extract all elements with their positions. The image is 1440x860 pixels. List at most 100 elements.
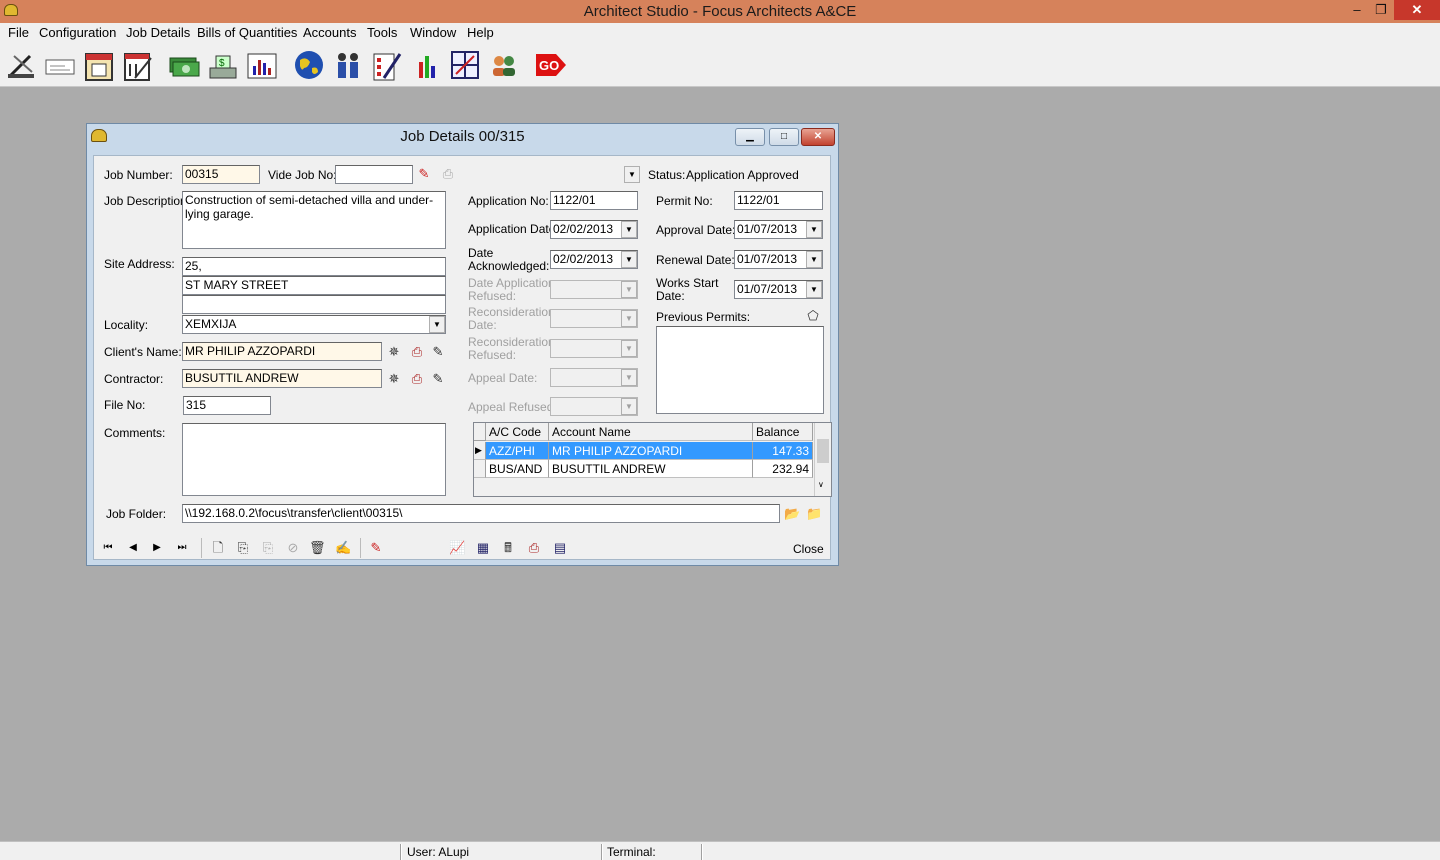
approval-date-label: Approval Date: xyxy=(656,223,736,237)
previous-permits-label: Previous Permits: xyxy=(656,310,751,324)
folder-open-icon[interactable]: 📂 xyxy=(784,506,800,522)
graph-icon[interactable] xyxy=(409,48,443,82)
contractor-field[interactable]: BUSUTTIL ANDREW xyxy=(182,369,382,388)
application-no-label: Application No: xyxy=(468,194,549,208)
globe-icon[interactable] xyxy=(292,48,326,82)
site-address-label: Site Address: xyxy=(104,257,175,271)
menu-bills-of-quantities[interactable]: Bills of Quantities xyxy=(197,25,297,40)
money-icon[interactable] xyxy=(167,48,201,82)
application-date-dropdown[interactable]: ▼ xyxy=(621,221,637,238)
contractor-print-icon[interactable]: ⎙ xyxy=(409,371,425,387)
appeal-refused-dropdown: ▼ xyxy=(621,398,637,415)
previous-record-icon[interactable]: ◀ xyxy=(126,541,140,555)
calendar-grid-icon[interactable]: ▦ xyxy=(475,540,491,556)
bill-icon[interactable] xyxy=(121,48,155,82)
job-number-field[interactable]: 00315 xyxy=(182,165,260,184)
grid-corner xyxy=(474,423,486,441)
scrollbar-thumb[interactable] xyxy=(817,439,829,463)
pick-job-icon[interactable]: ✎ xyxy=(416,166,432,182)
vide-job-no-field[interactable] xyxy=(335,165,413,184)
scroll-down-icon[interactable]: ∨ xyxy=(818,480,824,489)
reconsideration-refused-dropdown: ▼ xyxy=(621,340,637,357)
checklist-icon[interactable] xyxy=(370,48,404,82)
next-record-icon[interactable]: ▶ xyxy=(150,541,164,555)
close-button[interactable]: ✕ xyxy=(1394,0,1440,20)
go-icon[interactable]: GO xyxy=(534,48,568,82)
status-dropdown-button[interactable]: ▼ xyxy=(624,166,640,183)
toolbar-divider xyxy=(360,538,361,558)
site-address-line-1[interactable]: 25, xyxy=(182,257,446,276)
window-minimize-button[interactable]: ▁ xyxy=(735,128,765,146)
table-row-code[interactable]: BUS/AND xyxy=(486,460,549,478)
locality-select[interactable]: XEMXIJA xyxy=(182,315,446,334)
bar-chart-icon[interactable] xyxy=(245,48,279,82)
assign-icon[interactable]: ✎ xyxy=(368,540,384,556)
menu-file[interactable]: File xyxy=(8,25,29,40)
draw-tool-icon[interactable] xyxy=(4,48,38,82)
folder-new-icon[interactable]: 📁 xyxy=(806,506,822,522)
chart-icon[interactable]: 📈 xyxy=(449,540,465,556)
report-icon[interactable]: ▤ xyxy=(552,540,568,556)
new-record-icon[interactable]: 🗋 xyxy=(210,540,226,556)
menu-job-details[interactable]: Job Details xyxy=(126,25,190,40)
site-address-line-2[interactable]: ST MARY STREET xyxy=(182,276,446,295)
locality-dropdown-button[interactable]: ▼ xyxy=(429,316,445,333)
menu-tools[interactable]: Tools xyxy=(367,25,397,40)
date-acknowledged-dropdown[interactable]: ▼ xyxy=(621,251,637,268)
grid-header-account-name[interactable]: Account Name xyxy=(549,423,753,441)
date-application-refused-label: Date Application Refused: xyxy=(468,276,555,303)
client-print-icon[interactable]: ⎙ xyxy=(409,344,425,360)
window-close-button[interactable]: ✕ xyxy=(801,128,835,146)
approval-date-dropdown[interactable]: ▼ xyxy=(806,221,822,238)
eraser-icon[interactable]: ⬠ xyxy=(805,308,821,324)
grid-scrollbar[interactable]: ∨ xyxy=(814,423,831,496)
site-address-line-3[interactable] xyxy=(182,295,446,314)
application-no-field[interactable]: 1122/01 xyxy=(550,191,638,210)
file-no-field[interactable]: 315 xyxy=(183,396,271,415)
job-folder-field[interactable]: \\192.168.0.2\focus\transfer\client\0031… xyxy=(182,504,780,523)
menu-help[interactable]: Help xyxy=(467,25,494,40)
menu-window[interactable]: Window xyxy=(410,25,456,40)
copy-record-icon[interactable]: ⎘ xyxy=(235,540,251,556)
menu-configuration[interactable]: Configuration xyxy=(39,25,116,40)
people-icon[interactable] xyxy=(331,48,365,82)
table-row-name[interactable]: MR PHILIP AZZOPARDI xyxy=(549,442,753,460)
job-description-field[interactable]: Construction of semi-detached villa and … xyxy=(182,191,446,249)
contractor-edit-icon[interactable]: ✎ xyxy=(430,371,446,387)
cash-register-icon[interactable]: $ xyxy=(206,48,240,82)
window-maximize-button[interactable]: □ xyxy=(769,128,799,146)
table-row-balance[interactable]: 232.94 xyxy=(753,460,813,478)
appeal-date-label: Appeal Date: xyxy=(468,371,538,385)
blueprint-icon[interactable] xyxy=(448,48,482,82)
client-search-icon[interactable]: ✵ xyxy=(386,344,402,360)
first-record-icon[interactable]: ⏮ xyxy=(101,541,115,555)
works-start-date-dropdown[interactable]: ▼ xyxy=(806,281,822,298)
table-row-balance[interactable]: 147.33 xyxy=(753,442,813,460)
minimize-button[interactable]: – xyxy=(1344,0,1370,20)
close-link[interactable]: Close xyxy=(793,542,824,556)
contractor-search-icon[interactable]: ✵ xyxy=(386,371,402,387)
contractor-label: Contractor: xyxy=(104,372,164,386)
svg-text:$: $ xyxy=(219,58,225,69)
comments-field[interactable] xyxy=(182,423,446,496)
notes-icon[interactable]: ✍ xyxy=(335,540,351,556)
table-row-name[interactable]: BUSUTTIL ANDREW xyxy=(549,460,753,478)
permit-no-field[interactable]: 1122/01 xyxy=(734,191,823,210)
grid-header-ac-code[interactable]: A/C Code xyxy=(486,423,549,441)
previous-permits-field[interactable] xyxy=(656,326,824,414)
calculator-icon[interactable]: 🖩 xyxy=(500,540,516,556)
client-edit-icon[interactable]: ✎ xyxy=(430,344,446,360)
restore-button[interactable]: ❐ xyxy=(1368,0,1394,20)
renewal-date-dropdown[interactable]: ▼ xyxy=(806,251,822,268)
job-description-label: Job Description: xyxy=(104,194,191,208)
calendar-icon[interactable] xyxy=(82,48,116,82)
menu-accounts[interactable]: Accounts xyxy=(303,25,356,40)
delete-record-icon[interactable]: 🗑 xyxy=(309,540,326,556)
clients-name-field[interactable]: MR PHILIP AZZOPARDI xyxy=(182,342,382,361)
last-record-icon[interactable]: ⏭ xyxy=(175,541,189,555)
grid-header-balance[interactable]: Balance xyxy=(753,423,813,441)
print-icon[interactable]: ⎙ xyxy=(526,540,542,556)
cheque-icon[interactable] xyxy=(43,48,77,82)
users-icon[interactable] xyxy=(487,48,521,82)
table-row-code[interactable]: AZZ/PHI xyxy=(486,442,549,460)
